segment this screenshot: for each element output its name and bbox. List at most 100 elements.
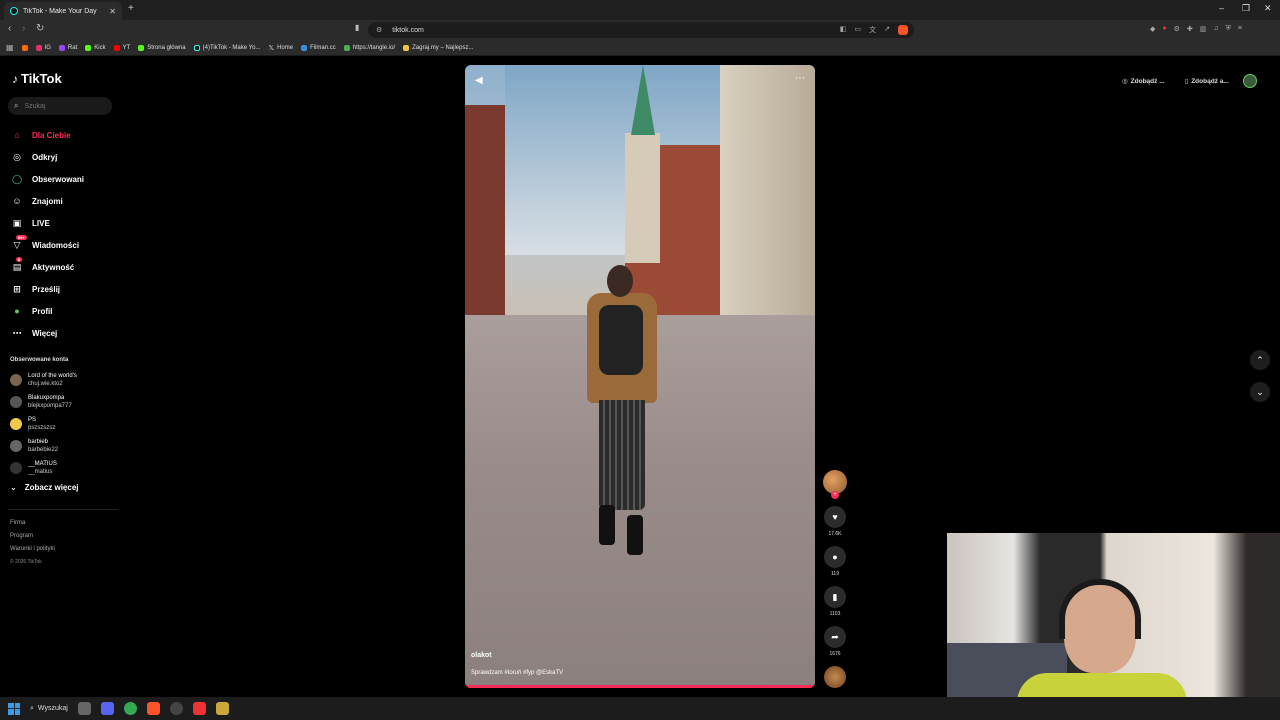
media-icon[interactable]: ◧ bbox=[840, 25, 847, 35]
sidebar-item-for-you[interactable]: ⌂ Dla Ciebie bbox=[10, 124, 120, 146]
bookmark-item[interactable] bbox=[21, 44, 28, 51]
next-video-button[interactable]: ⌄ bbox=[1250, 382, 1270, 402]
sidebar-item-messages[interactable]: ▽ 99+ Wiadomości bbox=[10, 234, 120, 256]
tab-close-icon[interactable]: ✕ bbox=[109, 7, 116, 16]
comment-button[interactable]: ● bbox=[824, 546, 846, 568]
followed-account[interactable]: Blakuxpompa blejkxpompa777 bbox=[10, 391, 120, 413]
sidebar-item-following[interactable]: ◯ Obserwowani bbox=[10, 168, 120, 190]
task-view-icon[interactable] bbox=[77, 702, 91, 715]
video-spire bbox=[631, 65, 655, 135]
music-icon[interactable]: ♫ bbox=[1213, 25, 1218, 33]
sidebar-item-friends[interactable]: ☺ Znajomi bbox=[10, 190, 120, 212]
puzzle-icon[interactable]: ✚ bbox=[1187, 25, 1193, 33]
save-button[interactable]: ▮ bbox=[824, 586, 846, 608]
footer-link-program[interactable]: Program bbox=[10, 530, 55, 543]
vpn-icon[interactable]: ⛨ bbox=[1226, 25, 1231, 33]
creator-avatar[interactable]: + bbox=[823, 470, 847, 499]
bookmark-item[interactable]: (4)TikTok - Make Yo... bbox=[193, 44, 260, 51]
brave-icon[interactable] bbox=[146, 702, 160, 715]
minimize-icon[interactable]: – bbox=[1219, 3, 1224, 13]
bookmark-item[interactable]: IG bbox=[35, 44, 51, 51]
bookmark-item[interactable]: Rat bbox=[58, 44, 77, 51]
sidebar-item-profile[interactable]: ● Profil bbox=[10, 300, 120, 322]
followed-account[interactable]: PS pszszszsz bbox=[10, 413, 120, 435]
search-box[interactable]: ⌕ bbox=[8, 97, 112, 115]
bookmark-item[interactable]: Zagraj.my – Najlepsz... bbox=[403, 44, 473, 51]
get-coins-button[interactable]: ◎ Zdobądź ... bbox=[1116, 73, 1171, 89]
more-options-icon[interactable]: ⋯ bbox=[795, 73, 805, 84]
see-more-button[interactable]: ⌄ Zobacz więcej bbox=[10, 483, 120, 492]
app-icon[interactable] bbox=[192, 702, 206, 715]
discord-icon[interactable] bbox=[100, 702, 114, 715]
get-app-button[interactable]: ▯ Zdobądź a... bbox=[1179, 73, 1235, 89]
sidebar-item-explore[interactable]: ◎ Odkryj bbox=[10, 146, 120, 168]
share-button[interactable]: ➦ bbox=[824, 626, 846, 648]
phone-icon: ▯ bbox=[1184, 78, 1189, 85]
bookmark-item[interactable]: Filman.cc bbox=[301, 44, 336, 51]
profile-avatar[interactable] bbox=[1242, 74, 1257, 88]
follow-plus-icon[interactable]: + bbox=[831, 491, 839, 499]
bookmarks-bar: ▦ IG Rat Kick YT Strona główna (4)TikTok… bbox=[0, 40, 1280, 56]
chrome-icon[interactable] bbox=[123, 702, 137, 715]
tiktok-logo[interactable]: ♪ TikTok bbox=[12, 71, 62, 86]
video-player[interactable]: ◀ ⋯ olakot Sprawdzam #toruń #fyp @EskaTV bbox=[465, 65, 815, 688]
copyright: © 2026 TikTok bbox=[10, 559, 42, 565]
video-actions: + ♥ 17.6K ● 119 ▮ 1103 ➦ 1676 bbox=[823, 470, 847, 688]
back-icon[interactable]: ‹ bbox=[8, 23, 11, 34]
restore-icon[interactable]: ❐ bbox=[1242, 3, 1250, 14]
app-icon[interactable] bbox=[215, 702, 229, 715]
new-tab-button[interactable]: + bbox=[128, 3, 134, 14]
browser-tab[interactable]: TikTok - Make Your Day ✕ bbox=[4, 2, 122, 20]
obs-icon[interactable] bbox=[169, 702, 183, 715]
address-bar[interactable]: ⚙ tiktok.com ◧ ▭ 文 ↗ bbox=[368, 22, 914, 38]
footer-link-company[interactable]: Firma bbox=[10, 517, 55, 530]
avatar bbox=[10, 396, 22, 408]
browser-toolbar: ‹ › ↻ ▮ ⚙ tiktok.com ◧ ▭ 文 ↗ ◆ ● ⚙ ✚ ▥ ♫… bbox=[0, 20, 1280, 40]
video-progress-fill bbox=[465, 685, 815, 688]
sidebar-item-upload[interactable]: ⊞ Prześlij bbox=[10, 278, 120, 300]
extension-icon[interactable]: ⚙ bbox=[1174, 25, 1180, 33]
reload-icon[interactable]: ↻ bbox=[36, 23, 44, 34]
bookmark-item[interactable]: Strona główna bbox=[138, 44, 186, 51]
search-input[interactable] bbox=[24, 102, 105, 110]
divider bbox=[8, 509, 118, 510]
forward-icon[interactable]: › bbox=[22, 23, 25, 34]
windows-start-icon[interactable] bbox=[8, 702, 20, 715]
brave-shields-icon[interactable] bbox=[898, 25, 908, 35]
share-icon[interactable]: ↗ bbox=[884, 25, 890, 35]
sidebar-item-activity[interactable]: ▤ 8 Aktywność bbox=[10, 256, 120, 278]
bookmark-item[interactable]: YT bbox=[113, 44, 130, 51]
sidebar-item-more[interactable]: ⋯ Więcej bbox=[10, 322, 120, 344]
sidebar-icon[interactable]: ▥ bbox=[1200, 25, 1207, 33]
site-info-icon[interactable]: ⚙ bbox=[376, 26, 382, 34]
upload-icon: ⊞ bbox=[13, 283, 21, 294]
footer-link-terms[interactable]: Warunki i polityki bbox=[10, 543, 55, 556]
bookmark-icon bbox=[301, 44, 308, 51]
music-disc-icon[interactable] bbox=[824, 666, 846, 688]
bookmark-icon bbox=[343, 44, 350, 51]
sidebar-footer: Firma Program Warunki i polityki © 2026 … bbox=[10, 517, 55, 569]
save-count: 1103 bbox=[829, 611, 841, 617]
bookmark-item[interactable]: 𝕏 Home bbox=[268, 44, 293, 52]
taskbar-search[interactable]: ⌕ Wyszukaj bbox=[30, 705, 68, 713]
record-icon[interactable]: ● bbox=[1162, 25, 1166, 33]
like-button[interactable]: ♥ bbox=[824, 506, 846, 528]
bookmark-item[interactable]: Kick bbox=[85, 44, 106, 51]
video-author[interactable]: olakot bbox=[471, 652, 492, 659]
video-progress-bar[interactable] bbox=[465, 685, 815, 688]
followed-account[interactable]: Lord of the world's chuj.wie.kto2 bbox=[10, 369, 120, 391]
menu-icon[interactable]: ≡ bbox=[1238, 25, 1242, 33]
bookmark-icon[interactable]: ▮ bbox=[355, 23, 359, 32]
cast-icon[interactable]: ▭ bbox=[855, 25, 862, 35]
sidebar-item-live[interactable]: ▣ LIVE bbox=[10, 212, 120, 234]
apps-icon[interactable]: ▦ bbox=[6, 43, 14, 52]
followed-account[interactable]: barbieb barbebie22 bbox=[10, 435, 120, 457]
followed-account[interactable]: __MATIUS __matius bbox=[10, 457, 120, 479]
avatar bbox=[10, 440, 22, 452]
close-window-icon[interactable]: ✕ bbox=[1264, 3, 1272, 14]
previous-video-button[interactable]: ⌃ bbox=[1250, 350, 1270, 370]
extension-icon[interactable]: ◆ bbox=[1150, 25, 1155, 33]
translate-icon[interactable]: 文 bbox=[869, 25, 876, 35]
bookmark-item[interactable]: https://tangle.io/ bbox=[343, 44, 395, 51]
volume-icon[interactable]: ◀ bbox=[475, 75, 483, 86]
